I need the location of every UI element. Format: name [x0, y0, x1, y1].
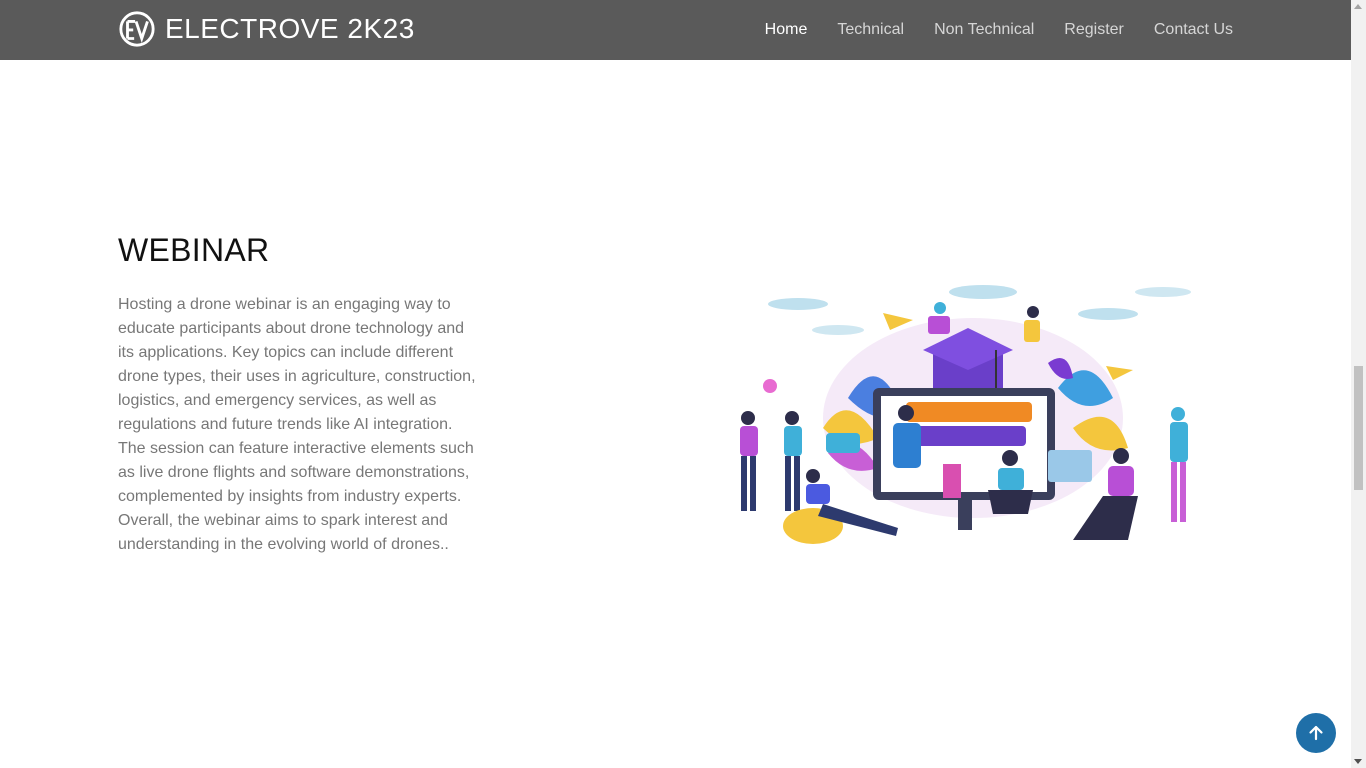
back-to-top-button[interactable] — [1296, 713, 1336, 753]
ev-logo-icon — [119, 11, 155, 47]
nav-link-non-technical[interactable]: Non Technical — [934, 21, 1034, 39]
scroll-thumb[interactable] — [1354, 366, 1363, 490]
scroll-down-arrow-icon[interactable] — [1354, 759, 1362, 764]
brand-title: ELECTROVE 2K23 — [165, 13, 415, 44]
nav-link-home[interactable]: Home — [765, 21, 808, 39]
webinar-illustration — [740, 285, 1191, 544]
nav-links: Home Technical Non Technical Register Co… — [735, 0, 1233, 60]
scroll-up-arrow-icon[interactable] — [1354, 4, 1362, 9]
scrollbar[interactable] — [1351, 0, 1366, 768]
section-description: Hosting a drone webinar is an engaging w… — [118, 296, 476, 553]
brand[interactable]: ELECTROVE 2K23 — [118, 10, 415, 48]
section-title: WEBINAR — [118, 232, 270, 268]
nav-link-contact-us[interactable]: Contact Us — [1154, 21, 1233, 39]
navbar: ELECTROVE 2K23 Home Technical Non Techni… — [0, 0, 1351, 60]
nav-link-register[interactable]: Register — [1064, 21, 1124, 39]
nav-link-technical[interactable]: Technical — [837, 21, 904, 39]
arrow-up-icon — [1309, 725, 1323, 741]
